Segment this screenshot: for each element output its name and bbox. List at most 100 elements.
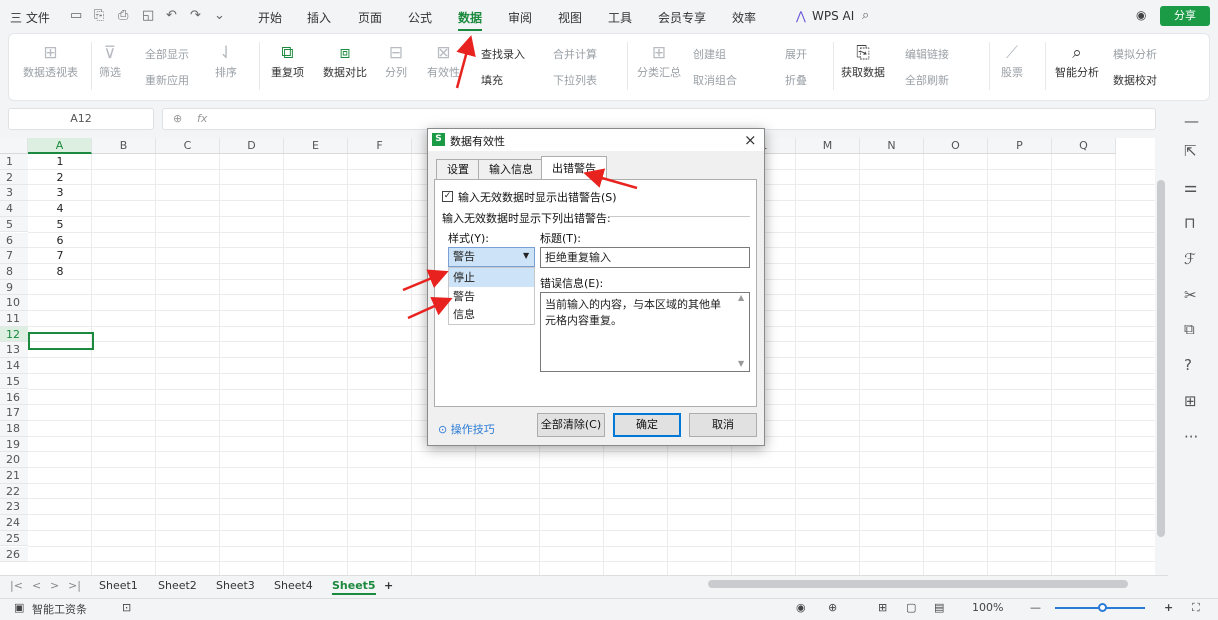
tab-review[interactable]: 审阅 <box>508 9 532 26</box>
row-header-21[interactable]: 21 <box>0 468 28 484</box>
name-box[interactable]: A12 <box>8 108 154 130</box>
row-header-22[interactable]: 22 <box>0 483 28 500</box>
edit-links-button[interactable]: 编辑链接 <box>905 46 949 62</box>
dialog-titlebar[interactable]: S 数据有效性 × <box>428 129 764 151</box>
merge-calc-button[interactable]: 合并计算 <box>553 46 597 62</box>
sort-button[interactable]: ⇃ 排序 <box>215 42 237 80</box>
cell-a8[interactable]: 8 <box>28 264 92 279</box>
view-mode-icon[interactable]: ⊕ <box>828 601 837 614</box>
selected-cell[interactable] <box>28 332 94 350</box>
undo-icon[interactable]: ↶ <box>166 8 177 23</box>
show-all-button[interactable]: 全部显示 <box>145 46 189 62</box>
macro-icon[interactable]: ⊡ <box>122 601 131 614</box>
row-header-13[interactable]: 13 <box>0 342 28 359</box>
zoom-in-button[interactable]: + <box>1164 601 1173 614</box>
column-header-f[interactable]: F <box>348 138 412 154</box>
subtotal-button[interactable]: ⊞ 分类汇总 <box>637 42 681 80</box>
filter-button[interactable]: ⊽ 筛选 <box>99 42 121 80</box>
find-entry-button[interactable]: 查找录入 <box>481 46 525 62</box>
error-message-textarea[interactable]: 当前输入的内容，与本区域的其他单元格内容重复。 <box>540 292 750 372</box>
clear-all-button[interactable]: 全部清除(C) <box>537 413 605 437</box>
sheet-tab-3[interactable]: Sheet3 <box>216 579 255 592</box>
wps-ai-button[interactable]: WPS AI <box>812 9 854 23</box>
row-header-8[interactable]: 8 <box>0 263 28 280</box>
row-header-15[interactable]: 15 <box>0 373 28 390</box>
row-header-24[interactable]: 24 <box>0 515 28 531</box>
share-button[interactable]: 分享 <box>1160 6 1210 26</box>
eye-protection-icon[interactable]: ◉ <box>796 601 806 614</box>
get-data-button[interactable]: ⎘ 获取数据 <box>841 42 885 80</box>
tab-efficiency[interactable]: 效率 <box>732 9 756 26</box>
more-dropdown-icon[interactable]: ⌄ <box>214 8 225 23</box>
column-header-d[interactable]: D <box>220 138 284 154</box>
redo-icon[interactable]: ↷ <box>190 8 201 23</box>
preview-icon[interactable]: ◱ <box>142 8 154 23</box>
validity-button[interactable]: ⊠ 有效性 <box>427 42 460 80</box>
tab-view[interactable]: 视图 <box>558 9 582 26</box>
tab-insert[interactable]: 插入 <box>307 9 331 26</box>
textarea-scrollbar[interactable]: ▲ ▼ <box>735 293 749 371</box>
user-avatar-icon[interactable]: ◉ <box>1136 8 1146 22</box>
row-header-17[interactable]: 17 <box>0 405 28 421</box>
expand-button[interactable]: 展开 <box>785 46 807 62</box>
row-header-9[interactable]: 9 <box>0 279 28 296</box>
sheet-tab-1[interactable]: Sheet1 <box>99 579 138 592</box>
row-header-1[interactable]: 1 <box>0 154 28 170</box>
backup-icon[interactable]: ⧉ <box>1184 320 1195 338</box>
page-break-icon[interactable]: ▤ <box>934 601 944 614</box>
select-all-corner[interactable] <box>0 138 28 154</box>
tab-data[interactable]: 数据 <box>458 9 483 31</box>
stocks-button[interactable]: ⟋ 股票 <box>1001 42 1023 80</box>
cell-a3[interactable]: 3 <box>28 185 92 200</box>
book-icon[interactable]: ⊞ <box>1184 392 1197 410</box>
create-group-button[interactable]: 创建组 <box>693 46 726 62</box>
reapply-button[interactable]: 重新应用 <box>145 72 189 88</box>
column-header-q[interactable]: Q <box>1052 138 1116 154</box>
zoom-out-button[interactable]: — <box>1030 601 1041 614</box>
sheet-tab-4[interactable]: Sheet4 <box>274 579 313 592</box>
horizontal-scroll-thumb[interactable] <box>708 580 1128 588</box>
compare-button[interactable]: ⧈ 数据对比 <box>323 42 367 80</box>
style-option-info[interactable]: 信息 <box>449 305 534 324</box>
column-header-m[interactable]: M <box>796 138 860 154</box>
print-icon[interactable]: ⎙ <box>118 8 128 23</box>
style-option-warning[interactable]: 警告 <box>449 287 534 306</box>
normal-view-icon[interactable]: ⊞ <box>878 601 887 614</box>
page-layout-icon[interactable]: ▢ <box>906 601 916 614</box>
cell-a5[interactable]: 5 <box>28 217 92 232</box>
row-header-14[interactable]: 14 <box>0 358 28 374</box>
row-header-6[interactable]: 6 <box>0 232 28 249</box>
row-header-18[interactable]: 18 <box>0 420 28 437</box>
fullscreen-icon[interactable]: ⛶ <box>1192 601 1200 615</box>
sheet-nav-prev-icon[interactable]: < <box>32 579 41 592</box>
sheet-nav-last-icon[interactable]: >| <box>68 579 81 592</box>
file-menu[interactable]: 三 文件 <box>10 9 50 26</box>
row-header-20[interactable]: 20 <box>0 452 28 468</box>
smart-toolbar-button[interactable]: 智能工资条 <box>32 601 87 617</box>
row-header-16[interactable]: 16 <box>0 389 28 406</box>
row-header-25[interactable]: 25 <box>0 530 28 547</box>
column-header-e[interactable]: E <box>284 138 348 154</box>
refresh-all-button[interactable]: 全部刷新 <box>905 72 949 88</box>
sheet-nav-next-icon[interactable]: > <box>50 579 59 592</box>
formula-helper-icon[interactable]: ℱ <box>1184 250 1196 268</box>
column-header-c[interactable]: C <box>156 138 220 154</box>
style-option-stop[interactable]: 停止 <box>449 268 534 287</box>
fx-icon[interactable]: fx <box>197 112 207 125</box>
zoom-slider-handle[interactable] <box>1098 603 1107 612</box>
tips-link[interactable]: ⊙ 操作技巧 <box>438 421 495 437</box>
cell-a2[interactable]: 2 <box>28 170 92 185</box>
tab-error-alert[interactable]: 出错警告 <box>541 156 607 180</box>
smart-analysis-button[interactable]: ⌕ 智能分析 <box>1055 42 1099 80</box>
help-icon[interactable]: ? <box>1184 356 1192 374</box>
cell-a1[interactable]: 1 <box>28 154 92 169</box>
zoom-formula-icon[interactable]: ⊕ <box>173 112 182 125</box>
tab-input-message[interactable]: 输入信息 <box>478 159 544 179</box>
style-icon[interactable]: ⊓ <box>1184 214 1196 232</box>
zoom-level[interactable]: 100% <box>972 601 1003 614</box>
share-link-icon[interactable]: ⎘ <box>94 8 104 23</box>
tab-formula[interactable]: 公式 <box>408 9 432 26</box>
cell-a7[interactable]: 7 <box>28 248 92 263</box>
title-input[interactable]: 拒绝重复输入 <box>540 247 750 268</box>
vertical-scroll-thumb[interactable] <box>1157 180 1165 537</box>
